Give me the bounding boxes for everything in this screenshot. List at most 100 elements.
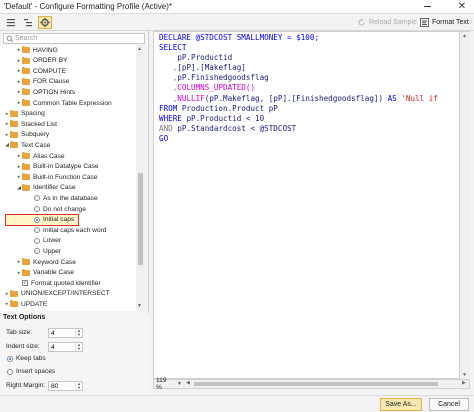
radio-button[interactable] bbox=[34, 248, 40, 255]
radio-button[interactable] bbox=[34, 237, 40, 244]
code-line: WHERE pP.Productid < 10 bbox=[159, 114, 438, 124]
tree-item-label: HAVING bbox=[33, 46, 58, 54]
tree-item-upper[interactable]: Upper bbox=[6, 246, 136, 256]
tree-item-stacked-list[interactable]: ▸ Stacked List bbox=[0, 119, 136, 129]
tree-item-label: UNION/EXCEPT/INTERSECT bbox=[21, 290, 110, 298]
folder-icon bbox=[22, 162, 30, 170]
keep-tabs-radio[interactable] bbox=[7, 355, 13, 362]
tree-item-label: As in the database bbox=[43, 194, 98, 202]
tree-item-as-in-the-database[interactable]: As in the database bbox=[6, 193, 136, 203]
settings-button[interactable] bbox=[38, 16, 52, 29]
tree-item-initial-caps[interactable]: Initial caps bbox=[5, 213, 79, 226]
tree-item-keyword-case[interactable]: ▸ Keyword Case bbox=[0, 257, 136, 267]
search-box[interactable] bbox=[3, 33, 145, 44]
format-text-button[interactable]: Format Text bbox=[420, 16, 469, 29]
folder-icon bbox=[22, 46, 30, 53]
tree-item-label: Identifier Case bbox=[33, 184, 76, 192]
tree-item-label: Initial caps each word bbox=[43, 226, 107, 234]
tree-item-subquery[interactable]: ▸ Subquery bbox=[0, 130, 136, 140]
tree-item-variable-case[interactable]: ▸ Variable Case bbox=[0, 268, 136, 278]
tree-item-option-hints[interactable]: ▸ OPTION Hints bbox=[0, 87, 136, 97]
tree-item-common-table-expression[interactable]: ▸ Common Table Expression bbox=[0, 98, 136, 108]
editor-horizontal-scrollbar[interactable]: ◀ ▶ bbox=[186, 380, 469, 387]
zoom-select[interactable]: 119 % ▼ bbox=[154, 377, 182, 391]
tree-item-label: Lower bbox=[43, 237, 61, 245]
tree-item-text-case[interactable]: ◢ Text Case bbox=[0, 140, 136, 150]
tree-item-label: COMPUTE bbox=[33, 67, 66, 75]
insert-spaces-radio[interactable] bbox=[7, 368, 13, 375]
tree-item-do-not-change[interactable]: Do not change bbox=[6, 204, 136, 214]
folder-icon bbox=[10, 130, 18, 138]
tree-item-alias-case[interactable]: ▸ Alias Case bbox=[0, 151, 136, 161]
tree-item-format-quoted-identifier[interactable]: ✓ Format quoted identifier bbox=[0, 278, 136, 288]
tree-item-identifier-case[interactable]: ◢ Identifier Case bbox=[0, 183, 136, 193]
tab-size-stepper[interactable]: ▲▼ bbox=[48, 328, 83, 338]
code-line: pP.Productid bbox=[159, 53, 438, 63]
folder-icon bbox=[10, 300, 18, 308]
reload-sample-button[interactable]: Reload Sample bbox=[357, 16, 417, 29]
reload-sample-label: Reload Sample bbox=[369, 19, 417, 26]
expand-all-button[interactable] bbox=[21, 16, 35, 29]
sql-preview-editor[interactable]: DECLARE @STDCOST SMALLMONEY = $100; SELEC… bbox=[153, 31, 460, 379]
code-token: SELECT bbox=[159, 43, 187, 53]
tree-item-built-in-datatype-case[interactable]: ▸ Built-in Datatype Case bbox=[0, 162, 136, 172]
right-margin-input[interactable] bbox=[49, 382, 76, 390]
options-panel: ▸HAVING▸ORDER BY▸COMPUTE▸FOR Clause▸OPTI… bbox=[0, 31, 149, 395]
tree-item-update[interactable]: ▸ UPDATE bbox=[0, 299, 136, 309]
folder-icon bbox=[22, 183, 30, 191]
tree-item-having[interactable]: ▸ HAVING bbox=[0, 45, 136, 55]
tree-scrollbar[interactable]: ▲ ▼ bbox=[136, 45, 145, 311]
tree-item-union-except-intersect[interactable]: ▸ UNION/EXCEPT/INTERSECT bbox=[0, 289, 136, 299]
scroll-down-icon[interactable]: ▼ bbox=[137, 303, 142, 309]
insert-spaces-option[interactable]: Insert spaces bbox=[7, 368, 55, 375]
tab-size-input[interactable] bbox=[49, 329, 76, 337]
title-bar: 'Default' - Configure Formatting Profile… bbox=[0, 0, 474, 14]
scroll-up-icon[interactable]: ▲ bbox=[137, 46, 142, 52]
options-list-button[interactable] bbox=[4, 16, 18, 29]
spin-arrows-icon[interactable]: ▲ ▼ bbox=[75, 329, 82, 337]
tree-item-label: Subquery bbox=[21, 131, 50, 139]
tree-item-built-in-function-case[interactable]: ▸ Built-in Function Case bbox=[0, 172, 136, 182]
code-token: FROM bbox=[159, 103, 182, 113]
tree-scroll-thumb[interactable] bbox=[138, 173, 143, 265]
scroll-down-icon[interactable]: ▼ bbox=[462, 372, 467, 378]
tree-item-order-by[interactable]: ▸ ORDER BY bbox=[0, 56, 136, 66]
tree-item-label: Built-in Datatype Case bbox=[33, 163, 99, 171]
format-text-icon bbox=[420, 18, 429, 27]
radio-button[interactable] bbox=[34, 216, 40, 223]
scroll-right-icon[interactable]: ▶ bbox=[462, 380, 466, 386]
scroll-up-icon[interactable]: ▲ bbox=[462, 33, 467, 39]
close-icon[interactable]: ✕ bbox=[450, 0, 474, 14]
radio-button[interactable] bbox=[34, 206, 40, 212]
editor-vertical-scrollbar[interactable]: ▲ ▼ bbox=[460, 31, 470, 379]
code-line: AND pP.Standardcost < @STDCOST bbox=[159, 124, 438, 134]
radio-button[interactable] bbox=[34, 195, 40, 202]
scroll-left-icon[interactable]: ◀ bbox=[186, 380, 190, 386]
spin-arrows-icon[interactable]: ▲ ▼ bbox=[75, 382, 82, 390]
minimize-icon[interactable] bbox=[424, 6, 431, 7]
search-input[interactable] bbox=[15, 34, 143, 43]
cancel-button[interactable]: Cancel bbox=[429, 398, 469, 411]
right-margin-stepper[interactable]: ▲▼ bbox=[48, 381, 83, 391]
indent-size-input[interactable] bbox=[49, 343, 76, 351]
checkbox[interactable]: ✓ bbox=[22, 280, 28, 287]
tree-item-spacing[interactable]: ▸ Spacing bbox=[0, 109, 136, 119]
save-as-button[interactable]: Save As... bbox=[380, 398, 422, 411]
tree-item-for-clause[interactable]: ▸ FOR Clause bbox=[0, 77, 136, 87]
keep-tabs-option[interactable]: Keep tabs bbox=[7, 355, 46, 362]
options-tree: ▸ HAVING ▸ ORDER BY ▸ COMPUTE ▸ FOR Clause ▸ OPTI… bbox=[0, 45, 136, 311]
code-token: pP.Standardcost < @STDCOST bbox=[177, 123, 297, 133]
tree-item-lower[interactable]: Lower bbox=[6, 236, 136, 246]
format-text-label: Format Text bbox=[432, 19, 469, 26]
code-line: ,NULLIF(pP.Makeflag, [pP].[Finishedgoods… bbox=[159, 94, 438, 104]
folder-icon bbox=[22, 99, 30, 106]
tree-item-initial-caps-each-word[interactable]: Initial caps each word bbox=[6, 225, 136, 235]
tree-item-compute[interactable]: ▸ COMPUTE bbox=[0, 66, 136, 76]
spin-arrows-icon[interactable]: ▲ ▼ bbox=[75, 343, 82, 351]
tree-item-label: Text Case bbox=[21, 141, 51, 149]
indent-size-stepper[interactable]: ▲▼ bbox=[48, 342, 83, 352]
folder-icon bbox=[22, 88, 30, 96]
tree-item-label: Keyword Case bbox=[33, 258, 76, 266]
horizontal-scroll-thumb[interactable] bbox=[194, 382, 438, 386]
radio-button[interactable] bbox=[34, 227, 40, 234]
